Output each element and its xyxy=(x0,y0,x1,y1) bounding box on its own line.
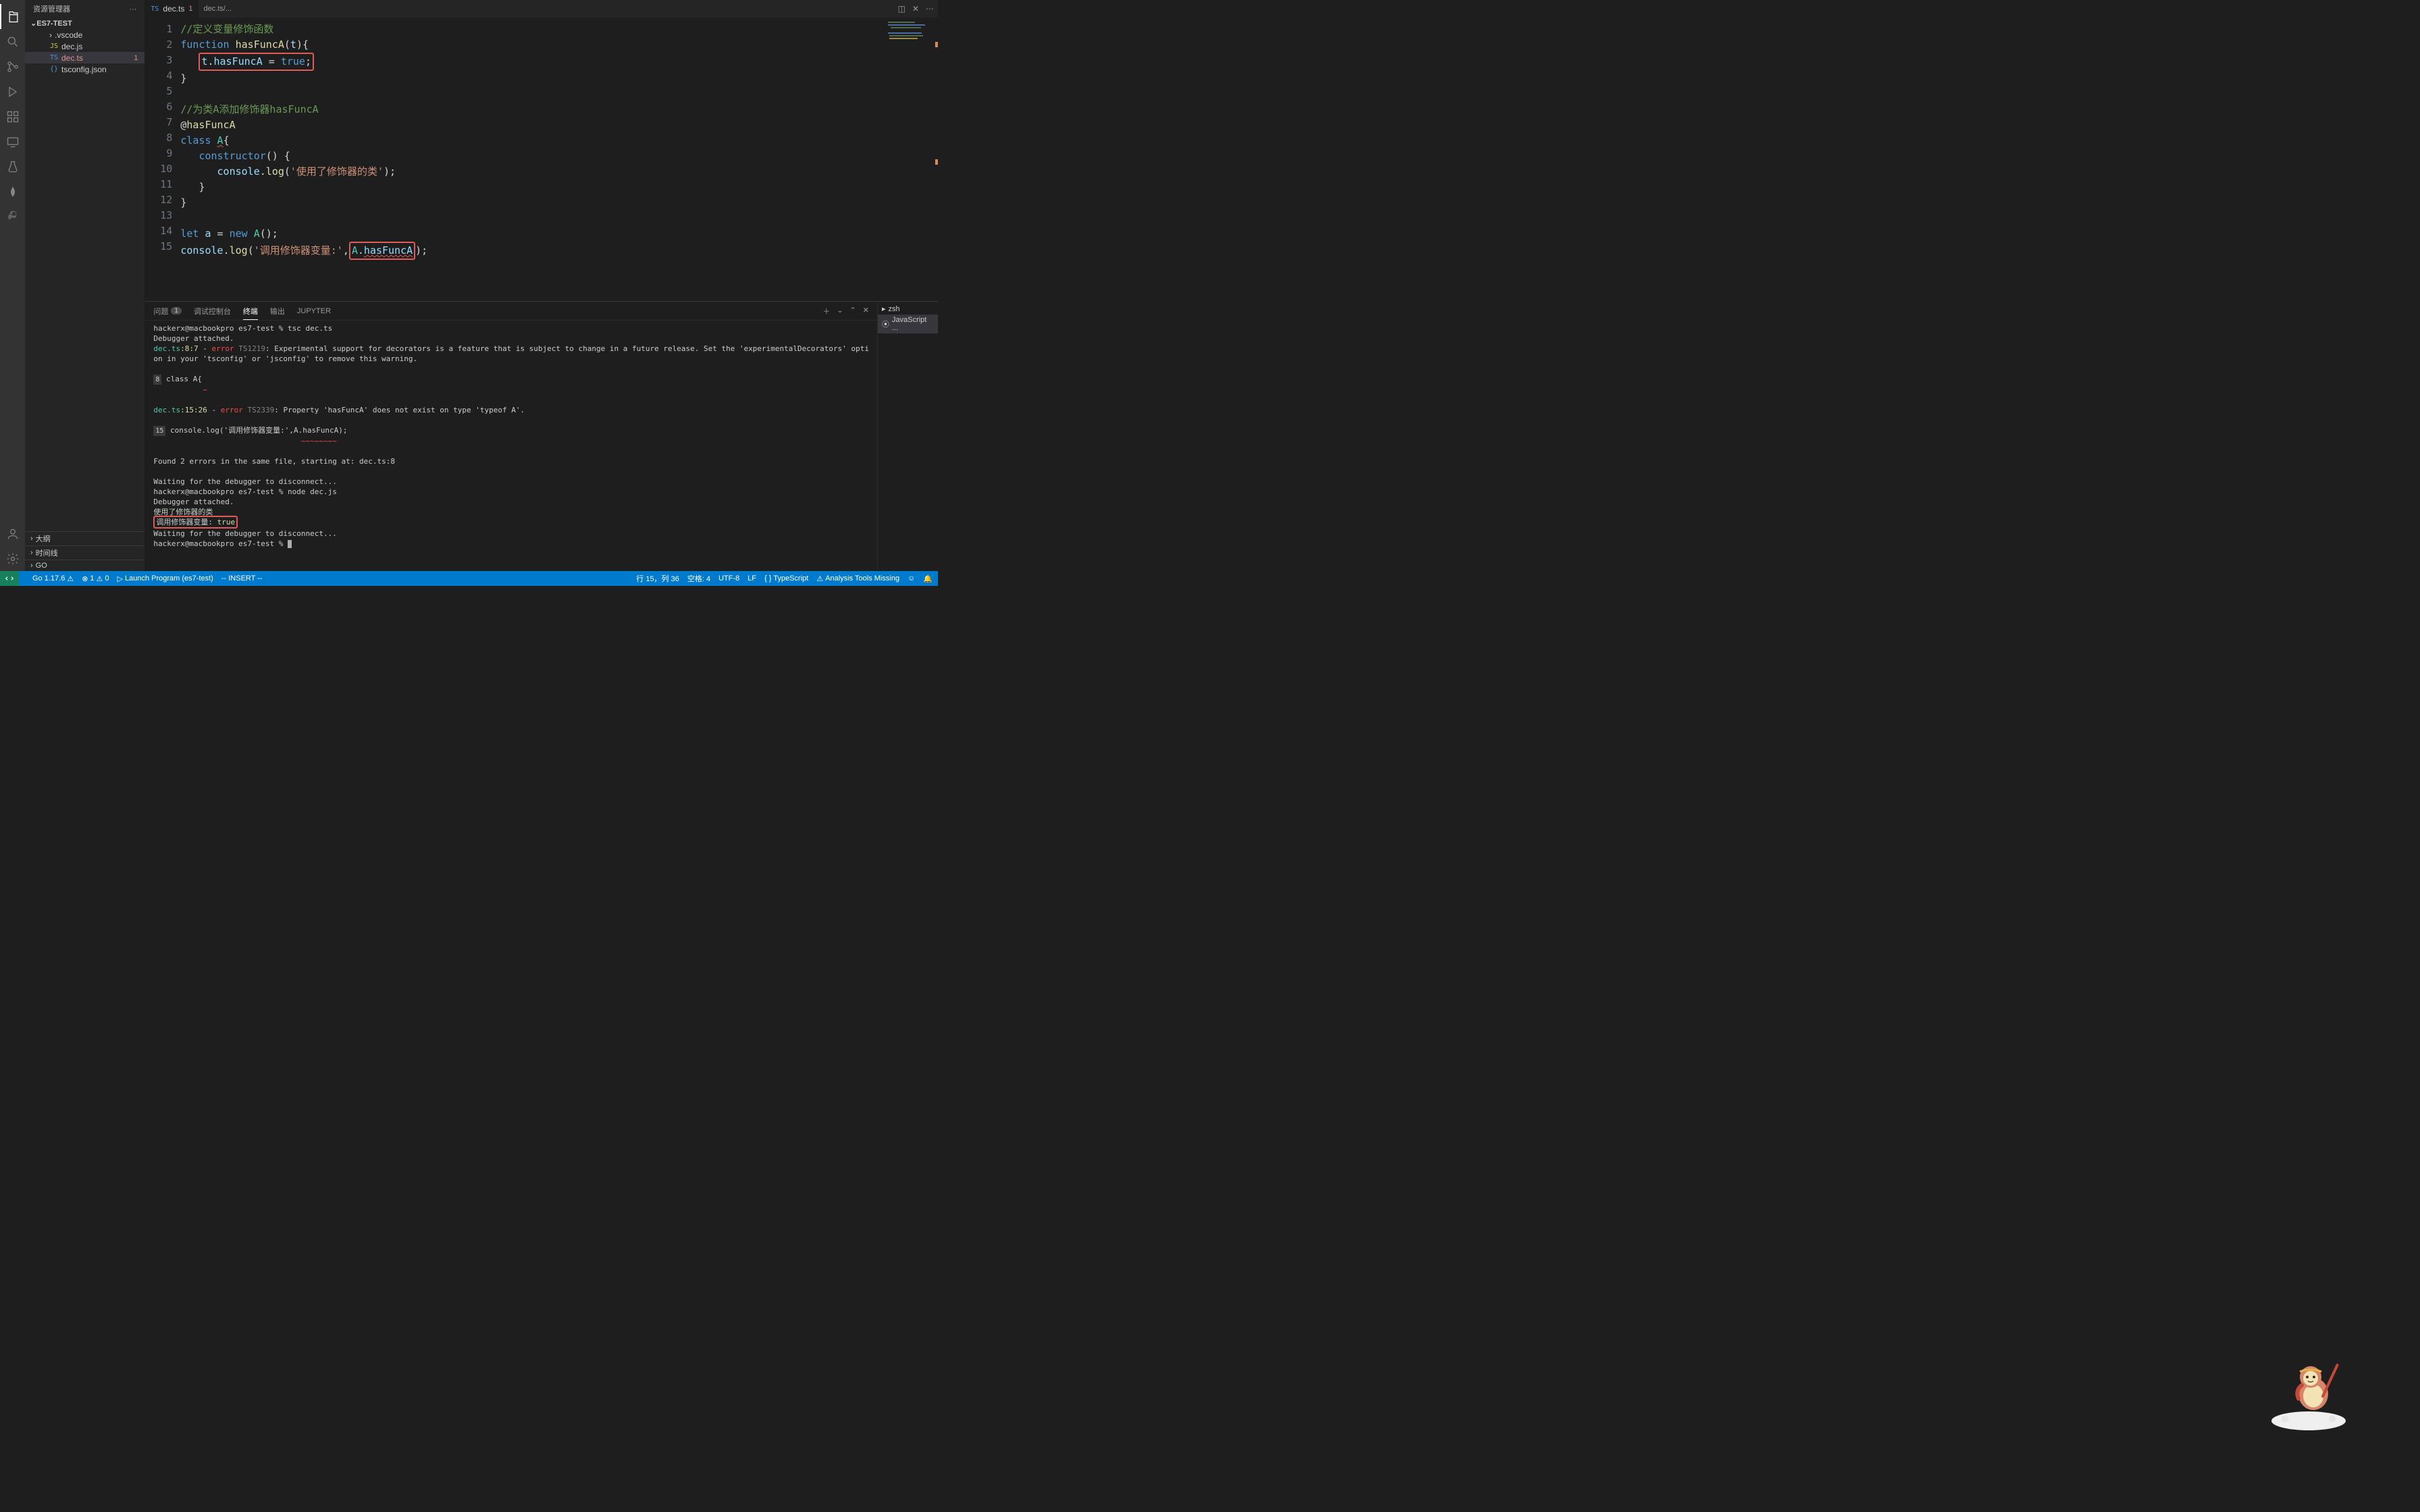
status-problems[interactable]: ⊗ 1 ⚠ 0 xyxy=(82,574,109,583)
timeline-section[interactable]: ›时间线 xyxy=(25,545,144,560)
terminal-item-label: JavaScript ... xyxy=(892,316,934,332)
go-section[interactable]: ›GO xyxy=(25,560,144,571)
code-content[interactable]: //定义变量修饰函数function hasFuncA(t){ t.hasFun… xyxy=(180,18,938,301)
line-number-gutter: 123456789101112131415 xyxy=(145,18,180,301)
source-control-icon[interactable] xyxy=(0,54,25,79)
terminal-dropdown-icon[interactable]: ⌄ xyxy=(837,306,843,317)
tree-item-dec-ts[interactable]: TSdec.ts 1 xyxy=(25,52,144,63)
panel-tab-problems[interactable]: 问题1 xyxy=(153,306,182,317)
tree-item-vscode-folder[interactable]: ›.vscode xyxy=(25,29,144,40)
bottom-panel: 问题1 调试控制台 终端 输出 JUPYTER ＋ ⌄ ⌃ ✕ hackerx@… xyxy=(145,301,938,571)
problem-count-badge: 1 xyxy=(171,307,182,315)
js-file-icon: JS xyxy=(49,43,59,50)
python-icon[interactable] xyxy=(0,204,25,229)
search-icon[interactable] xyxy=(0,29,25,54)
tab-title: dec.ts xyxy=(163,4,184,14)
status-bar: Go 1.17.6⚠ ⊗ 1 ⚠ 0 ▷ Launch Program (es7… xyxy=(0,571,938,586)
section-label: 大纲 xyxy=(36,533,51,544)
close-icon[interactable]: ✕ xyxy=(912,4,919,14)
file-tree: ⌄ ES7-TEST ›.vscode JSdec.js TSdec.ts 1 … xyxy=(25,18,144,531)
split-editor-icon[interactable]: ◫ xyxy=(898,4,905,14)
tree-item-label: dec.js xyxy=(61,42,82,51)
chevron-down-icon: ⌄ xyxy=(30,19,36,28)
close-panel-icon[interactable]: ✕ xyxy=(863,306,869,317)
terminal-output[interactable]: hackerx@macbookpro es7-test % tsc dec.ts… xyxy=(145,321,877,571)
tree-item-dec-js[interactable]: JSdec.js xyxy=(25,40,144,52)
minimap[interactable] xyxy=(884,18,938,301)
explorer-sidebar: 资源管理器 ⋯ ⌄ ES7-TEST ›.vscode JSdec.js TSd… xyxy=(25,0,145,571)
terminal-item-js-debug[interactable]: ⦿JavaScript ... xyxy=(878,315,938,333)
tree-item-tsconfig[interactable]: {}tsconfig.json xyxy=(25,63,144,75)
activity-bar xyxy=(0,0,25,571)
chevron-right-icon: › xyxy=(49,30,52,40)
breadcrumb[interactable]: dec.ts/... xyxy=(199,5,232,13)
terminal-list: ▸zsh ⦿JavaScript ... xyxy=(877,302,938,571)
testing-icon[interactable] xyxy=(0,154,25,179)
ts-file-icon: TS xyxy=(49,54,59,61)
status-indentation[interactable]: 空格: 4 xyxy=(687,573,710,584)
sidebar-title: 资源管理器 xyxy=(33,3,70,14)
panel-tab-debug-console[interactable]: 调试控制台 xyxy=(194,306,231,317)
tree-item-label: dec.ts xyxy=(61,53,83,63)
sidebar-title-row: 资源管理器 ⋯ xyxy=(25,0,144,18)
error-count-badge: 1 xyxy=(134,54,138,62)
run-debug-icon[interactable] xyxy=(0,79,25,104)
remote-indicator[interactable] xyxy=(0,571,19,586)
extensions-icon[interactable] xyxy=(0,104,25,129)
more-actions-icon[interactable]: ⋯ xyxy=(926,4,934,14)
sidebar-more-icon[interactable]: ⋯ xyxy=(129,5,136,14)
status-notifications-icon[interactable]: 🔔 xyxy=(923,574,932,583)
panel-tabs: 问题1 调试控制台 终端 输出 JUPYTER ＋ ⌄ ⌃ ✕ xyxy=(145,302,877,321)
panel-tab-terminal[interactable]: 终端 xyxy=(243,306,258,320)
section-label: GO xyxy=(36,562,47,570)
tab-dec-ts[interactable]: TS dec.ts 1 xyxy=(145,0,198,18)
chevron-right-icon: › xyxy=(30,535,33,543)
section-label: 时间线 xyxy=(36,547,58,558)
mascot-illustration xyxy=(2265,1357,2352,1431)
tree-item-label: .vscode xyxy=(55,30,82,40)
status-cursor-position[interactable]: 行 15，列 36 xyxy=(636,573,679,584)
maximize-panel-icon[interactable]: ⌃ xyxy=(850,306,856,317)
tree-item-label: tsconfig.json xyxy=(61,65,107,74)
code-editor[interactable]: 123456789101112131415 //定义变量修饰函数function… xyxy=(145,18,938,301)
workspace-root-label: ES7-TEST xyxy=(36,20,72,28)
remote-icon[interactable] xyxy=(0,129,25,154)
shell-icon: ▸ xyxy=(882,304,886,313)
mongodb-icon[interactable] xyxy=(0,179,25,204)
chevron-right-icon: › xyxy=(30,562,33,570)
accounts-icon[interactable] xyxy=(0,521,25,546)
workspace-root[interactable]: ⌄ ES7-TEST xyxy=(25,18,144,29)
status-launch-config[interactable]: ▷ Launch Program (es7-test) xyxy=(117,574,213,583)
tab-error-badge: 1 xyxy=(188,5,192,13)
debug-icon: ⦿ xyxy=(882,319,889,329)
terminal-item-zsh[interactable]: ▸zsh xyxy=(878,303,938,315)
panel-tab-label: 问题 xyxy=(153,306,168,317)
status-eol[interactable]: LF xyxy=(747,574,756,583)
panel-tab-jupyter[interactable]: JUPYTER xyxy=(297,307,331,315)
status-language-mode[interactable]: { } TypeScript xyxy=(764,574,808,583)
ts-file-icon: TS xyxy=(151,5,159,13)
chevron-right-icon: › xyxy=(30,549,33,557)
new-terminal-icon[interactable]: ＋ xyxy=(822,306,830,317)
status-go-version[interactable]: Go 1.17.6⚠ xyxy=(32,574,74,583)
settings-gear-icon[interactable] xyxy=(0,546,25,571)
editor-group: TS dec.ts 1 dec.ts/... ◫ ✕ ⋯ 12345678910… xyxy=(145,0,938,571)
terminal-item-label: zsh xyxy=(889,305,900,313)
editor-tabs-bar: TS dec.ts 1 dec.ts/... ◫ ✕ ⋯ xyxy=(145,0,938,18)
status-encoding[interactable]: UTF-8 xyxy=(718,574,739,583)
json-file-icon: {} xyxy=(49,65,59,73)
status-feedback-icon[interactable]: ☺ xyxy=(908,574,915,583)
status-analysis-warning[interactable]: ⚠ Analysis Tools Missing xyxy=(816,574,899,583)
status-vim-mode: -- INSERT -- xyxy=(221,574,263,583)
panel-tab-output[interactable]: 输出 xyxy=(270,306,285,317)
outline-section[interactable]: ›大纲 xyxy=(25,531,144,545)
explorer-icon[interactable] xyxy=(0,4,25,29)
